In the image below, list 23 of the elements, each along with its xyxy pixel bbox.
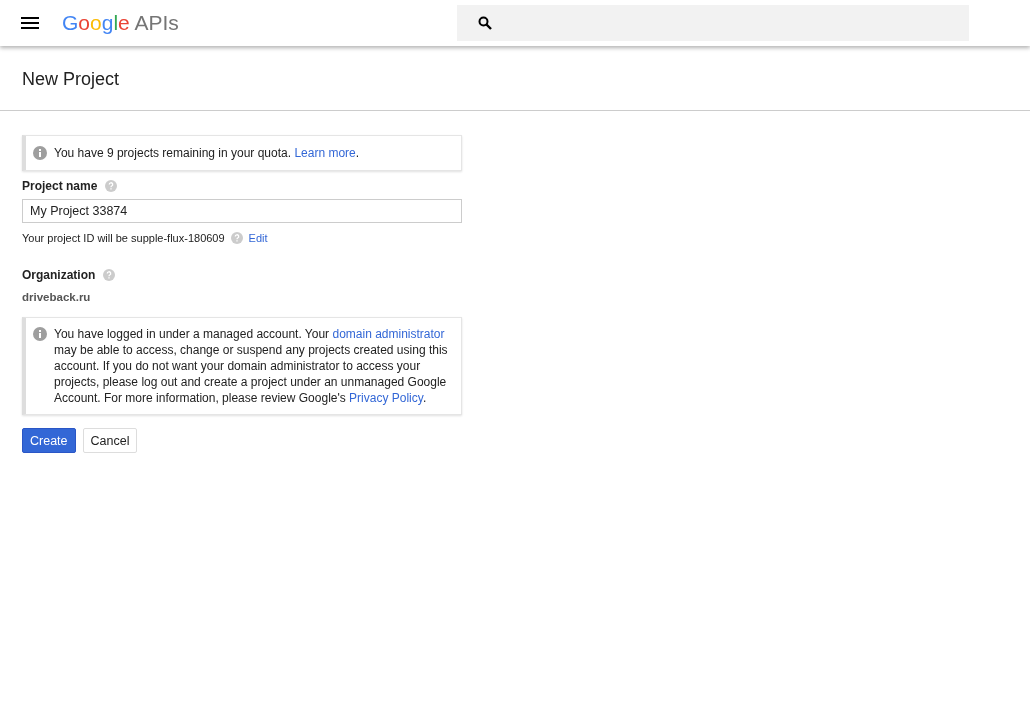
page-title: New Project bbox=[22, 67, 120, 90]
search-field[interactable] bbox=[456, 5, 969, 41]
project-name-input[interactable]: My Project 33874 bbox=[22, 199, 462, 223]
info-icon bbox=[33, 146, 47, 160]
info-icon bbox=[33, 327, 47, 341]
search-icon bbox=[477, 16, 492, 30]
policy-link[interactable]: domain administrator bbox=[332, 327, 445, 341]
cancel-button[interactable]: Cancel bbox=[82, 428, 138, 453]
logo[interactable]: Google APIs bbox=[62, 11, 179, 35]
help-icon[interactable] bbox=[230, 232, 243, 244]
help-icon[interactable] bbox=[105, 180, 118, 192]
organization-value: driveback.ru bbox=[22, 291, 92, 303]
project-id-text: Your project ID will be supple-flux-180609 bbox=[22, 232, 225, 244]
menu-icon[interactable] bbox=[21, 17, 39, 29]
managed-account-message: You have logged in under a managed account. Your domain administrator may be able to access, change or suspend any projects created using this account. If you do not want your domain administrator to access your projects, please log out and create a project under an unmanaged Google Account. For more information, please review Google's Privacy Policy. bbox=[54, 326, 449, 406]
create-button[interactable]: Create bbox=[22, 428, 76, 453]
policy-link[interactable]: Privacy Policy bbox=[349, 391, 423, 405]
help-icon[interactable] bbox=[103, 269, 116, 281]
field-label: Organization bbox=[22, 268, 96, 282]
edit-link[interactable]: Edit bbox=[248, 232, 268, 244]
learn-more-link[interactable]: Learn more bbox=[294, 146, 356, 160]
field-label: Project name bbox=[22, 179, 98, 193]
quota-message: You have 9 projects remaining in your quota. Learn more. bbox=[54, 145, 360, 161]
